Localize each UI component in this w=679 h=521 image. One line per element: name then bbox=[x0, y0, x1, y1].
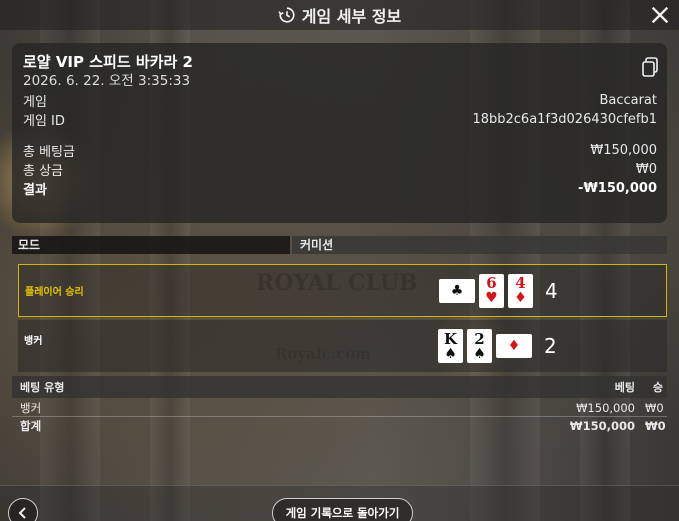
back-to-history-button[interactable]: 게임 기록으로 돌아가기 bbox=[272, 498, 413, 521]
banker-cards: K ♠ 2 ♠ ♦ bbox=[438, 329, 532, 363]
game-type-row: 게임 Baccarat bbox=[23, 91, 657, 110]
player-result: 플레이어 승리 ♣ 6 ♥ 4 ♦ 4 bbox=[18, 264, 667, 317]
card-suit-icon: ♥ bbox=[485, 290, 498, 306]
mode-column-header: 모드 bbox=[12, 236, 290, 254]
back-button[interactable] bbox=[8, 498, 38, 521]
total-win-value: ₩0 bbox=[635, 162, 657, 177]
playing-card: ♦ bbox=[496, 334, 532, 358]
bottom-bar: 게임 기록으로 돌아가기 bbox=[0, 485, 679, 521]
card-rank: 4 bbox=[515, 274, 526, 292]
game-id-label: 게임 ID bbox=[23, 114, 65, 129]
total-bet-row: 총 베팅금 ₩150,000 bbox=[23, 141, 657, 160]
game-datetime: 2026. 6. 22. 오전 3:35:33 bbox=[23, 73, 191, 89]
chevron-left-icon bbox=[18, 507, 26, 519]
card-rank: 2 bbox=[474, 329, 485, 348]
playing-card: 4 ♦ bbox=[508, 273, 533, 308]
total-win-row: 총 상금 ₩0 bbox=[23, 160, 657, 179]
playing-card: 6 ♥ bbox=[479, 273, 504, 308]
bet-table-header: 베팅 유형 베팅 승 bbox=[12, 376, 667, 398]
bet-table-body: 뱅커 ₩150,000 ₩0 합계 ₩150,000 ₩0 bbox=[12, 400, 667, 434]
banker-result-label: 뱅커 bbox=[24, 335, 43, 347]
result-row: 결과 -₩150,000 bbox=[23, 179, 657, 198]
playing-card: ♣ bbox=[439, 278, 475, 303]
card-rank: 6 bbox=[486, 274, 497, 292]
result-label: 결과 bbox=[23, 183, 47, 198]
game-type-label: 게임 bbox=[23, 95, 47, 110]
card-suit-icon: ♦ bbox=[514, 290, 527, 306]
top-bar: 게임 세부 정보 bbox=[0, 0, 679, 30]
game-name: 로얄 VIP 스피드 바카라 2 bbox=[23, 53, 193, 71]
commission-column-header: 커미션 bbox=[292, 236, 667, 254]
history-icon bbox=[278, 7, 295, 23]
card-suit-icon: ♠ bbox=[473, 345, 486, 362]
game-id-row: 게임 ID 18bb2c6a1f3d026430cfefb1 bbox=[23, 110, 657, 129]
total-bet-cell: ₩150,000 bbox=[569, 418, 635, 433]
result-value: -₩150,000 bbox=[578, 181, 657, 196]
table-row: 뱅커 ₩150,000 ₩0 bbox=[12, 400, 667, 417]
total-bet-label: 총 베팅금 bbox=[23, 145, 75, 160]
bet-amount-cell: ₩150,000 bbox=[576, 401, 635, 415]
total-win-cell: ₩0 bbox=[645, 418, 666, 433]
card-rank: K bbox=[443, 329, 458, 348]
playing-card: 2 ♠ bbox=[467, 329, 492, 363]
win-amount-header: 승 bbox=[652, 381, 663, 394]
card-suit-icon: ♠ bbox=[444, 345, 457, 362]
total-bet-value: ₩150,000 bbox=[590, 143, 657, 158]
game-summary-card: 로얄 VIP 스피드 바카라 2 2026. 6. 22. 오전 3:35:33… bbox=[12, 43, 667, 223]
card-suit-icon: ♣ bbox=[450, 282, 464, 299]
mode-table-header: 모드 커미션 bbox=[12, 236, 667, 254]
total-win-label: 총 상금 bbox=[23, 164, 64, 179]
bet-amount-header: 베팅 bbox=[614, 381, 635, 394]
bet-type-cell: 뱅커 bbox=[20, 401, 42, 415]
banker-score: 2 bbox=[544, 334, 557, 358]
win-amount-cell: ₩0 bbox=[645, 401, 664, 415]
total-label-cell: 합계 bbox=[20, 418, 42, 433]
player-cards: ♣ 6 ♥ 4 ♦ bbox=[439, 273, 533, 308]
game-type-value: Baccarat bbox=[599, 93, 657, 108]
card-suit-icon: ♦ bbox=[507, 338, 521, 354]
playing-card: K ♠ bbox=[438, 329, 463, 363]
banker-result: 뱅커 K ♠ 2 ♠ ♦ 2 bbox=[18, 320, 667, 372]
page-title: 게임 세부 정보 bbox=[301, 7, 402, 26]
player-score: 4 bbox=[545, 278, 558, 303]
game-id-value: 18bb2c6a1f3d026430cfefb1 bbox=[472, 112, 657, 127]
copy-icon[interactable] bbox=[641, 57, 659, 77]
bet-type-header: 베팅 유형 bbox=[20, 381, 65, 394]
player-result-label: 플레이어 승리 bbox=[25, 287, 84, 298]
close-icon[interactable] bbox=[649, 4, 671, 26]
total-row: 합계 ₩150,000 ₩0 bbox=[12, 417, 667, 434]
